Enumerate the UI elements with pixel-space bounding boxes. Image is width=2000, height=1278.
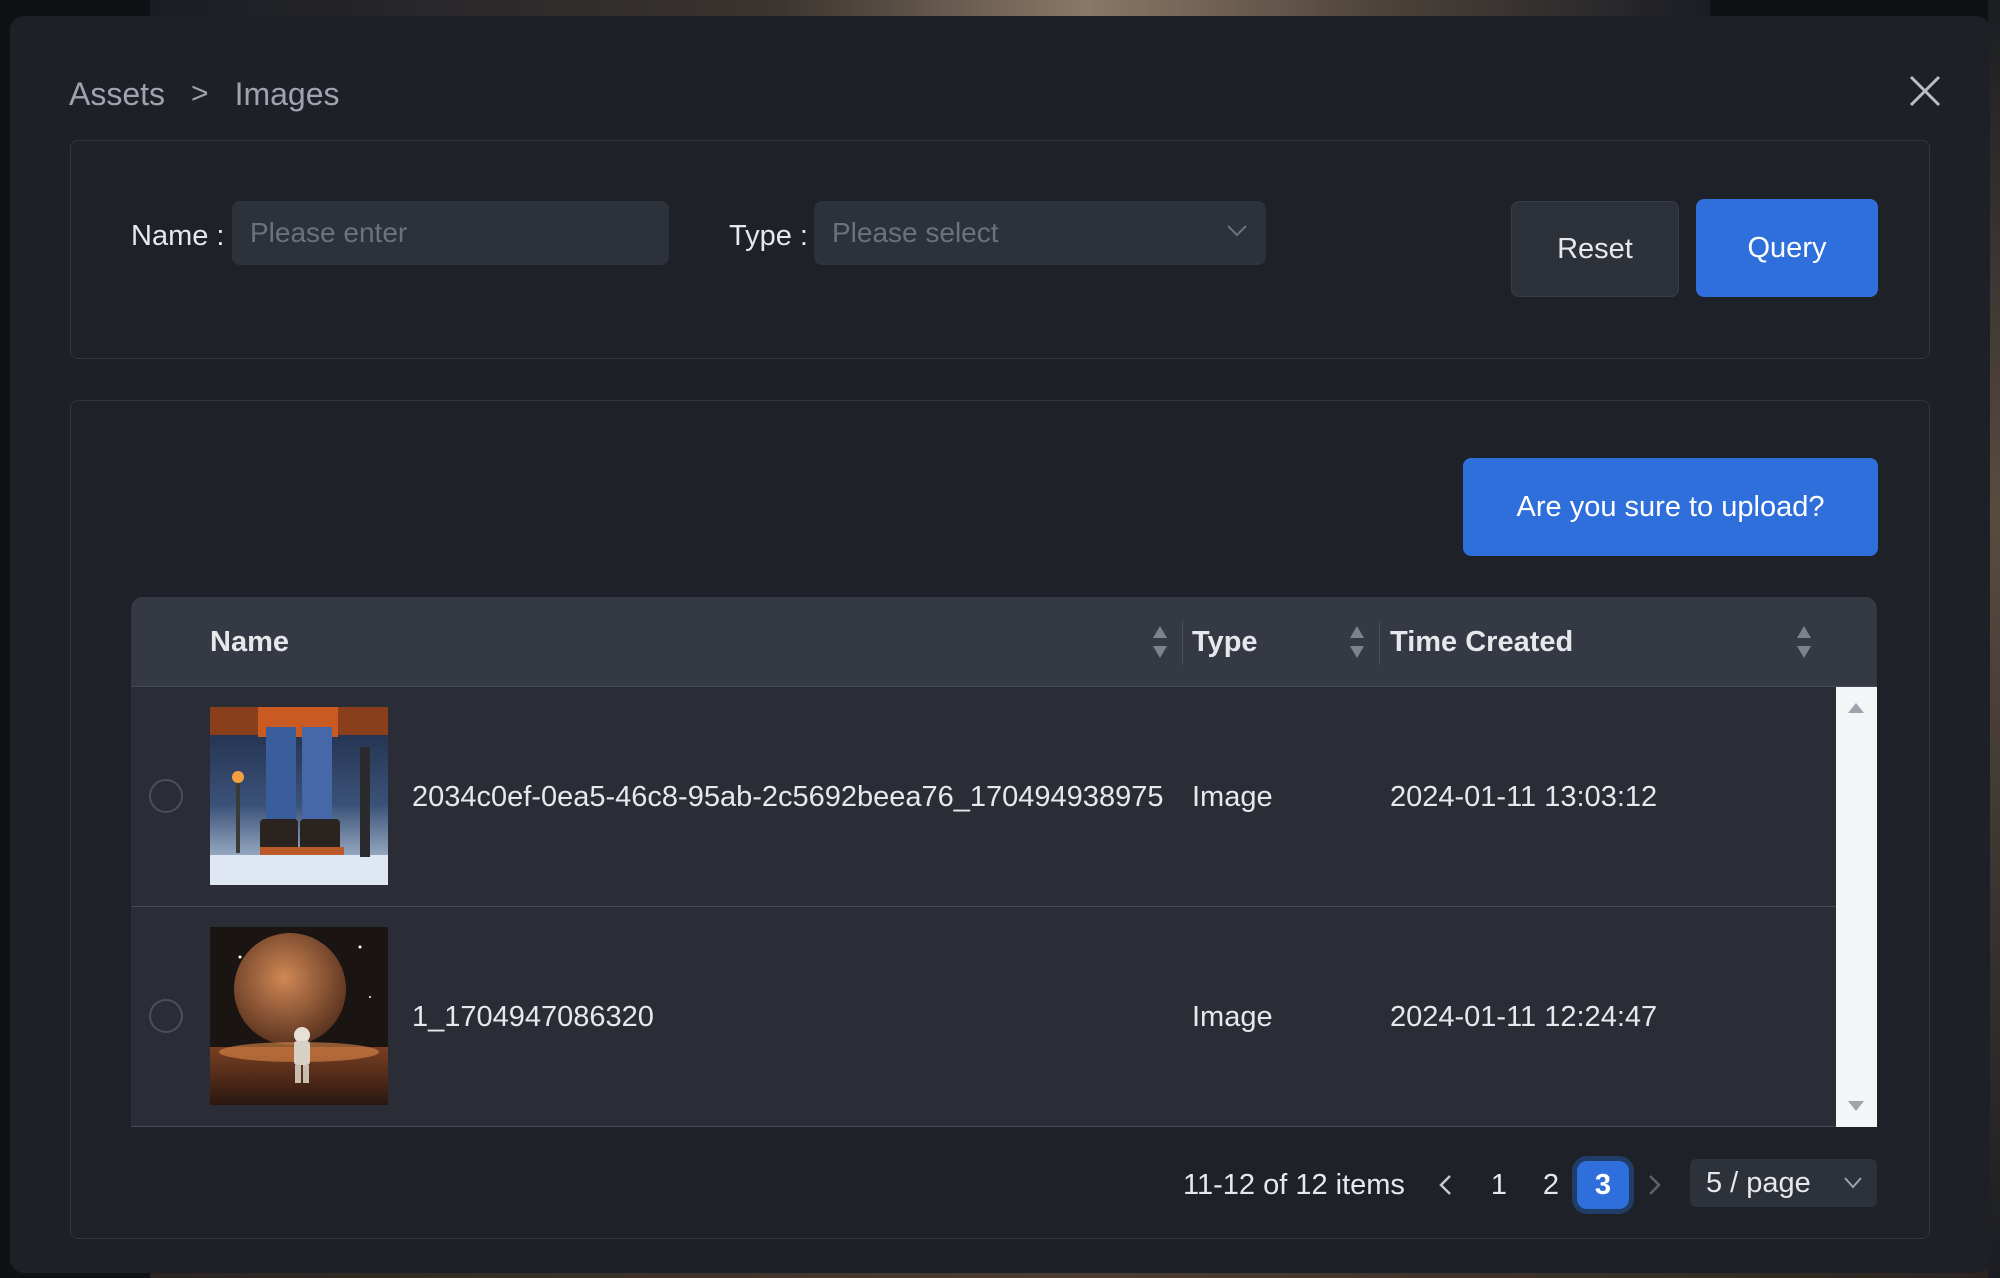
column-divider: [1182, 621, 1183, 665]
page-button-2[interactable]: 2: [1525, 1161, 1577, 1209]
row-select-radio[interactable]: [149, 999, 183, 1033]
close-button[interactable]: [1900, 66, 1950, 116]
row-time-created: 2024-01-11 12:24:47: [1390, 1000, 1658, 1033]
table-header: Name Type Time Created: [131, 597, 1877, 687]
row-name[interactable]: 2034c0ef-0ea5-46c8-95ab-2c5692beea76_170…: [412, 687, 1163, 907]
images-modal: Assets > Images Name : Type : Please sel…: [10, 16, 1990, 1273]
column-header-time-created[interactable]: Time Created: [1390, 597, 1573, 687]
chevron-down-icon: [1844, 1177, 1862, 1189]
chevron-left-icon: [1439, 1175, 1451, 1195]
row-time-created: 2024-01-11 13:03:12: [1390, 780, 1658, 813]
row-name[interactable]: 1_1704947086320: [412, 907, 654, 1127]
type-filter-placeholder: Please select: [832, 217, 999, 248]
column-header-name[interactable]: Name: [210, 597, 289, 687]
winter-boots-image[interactable]: [210, 707, 388, 885]
page-button-3[interactable]: 3: [1577, 1161, 1629, 1209]
table-row: 2034c0ef-0ea5-46c8-95ab-2c5692beea76_170…: [131, 687, 1836, 907]
scroll-down-arrow-icon[interactable]: [1848, 1101, 1864, 1111]
pagination: 11-12 of 12 items 1 2 3 5 / page: [71, 1155, 1931, 1215]
pagination-total: 11-12 of 12 items: [1183, 1168, 1405, 1201]
type-filter-label: Type :: [729, 220, 808, 252]
results-panel: Are you sure to upload? Name Type Time C…: [70, 400, 1930, 1239]
breadcrumb-item-assets[interactable]: Assets: [69, 76, 165, 113]
name-filter-input[interactable]: [232, 201, 669, 265]
sort-icon[interactable]: [1349, 623, 1365, 661]
next-page-button[interactable]: [1639, 1155, 1669, 1215]
assets-table: Name Type Time Created 2034c0ef-0ea5-46c…: [131, 597, 1877, 1127]
page-size-value: 5 / page: [1706, 1166, 1811, 1199]
column-header-type[interactable]: Type: [1192, 597, 1258, 687]
table-scrollbar[interactable]: [1836, 687, 1877, 1127]
breadcrumb: Assets > Images: [69, 74, 340, 114]
row-type: Image: [1192, 1000, 1273, 1033]
table-row: 1_1704947086320 Image 2024-01-11 12:24:4…: [131, 907, 1836, 1127]
row-type: Image: [1192, 780, 1273, 813]
chevron-down-icon: [1227, 225, 1247, 237]
chevron-right-icon: >: [191, 77, 209, 110]
name-filter-label: Name :: [131, 220, 225, 252]
upload-button[interactable]: Are you sure to upload?: [1463, 458, 1878, 556]
column-divider: [1379, 621, 1380, 665]
prev-page-button[interactable]: [1431, 1155, 1461, 1215]
type-filter-select[interactable]: Please select: [814, 201, 1266, 265]
scroll-up-arrow-icon[interactable]: [1848, 703, 1864, 713]
close-icon: [1909, 75, 1941, 107]
astronaut-planet-image[interactable]: [210, 927, 388, 1105]
filter-panel: Name : Type : Please select Reset Query: [70, 140, 1930, 359]
sort-icon[interactable]: [1796, 623, 1812, 661]
breadcrumb-item-images: Images: [234, 75, 340, 112]
reset-button[interactable]: Reset: [1511, 201, 1679, 297]
page-button-1[interactable]: 1: [1473, 1161, 1525, 1209]
page-size-select[interactable]: 5 / page: [1690, 1159, 1877, 1207]
chevron-right-icon: [1649, 1175, 1661, 1195]
row-select-radio[interactable]: [149, 779, 183, 813]
query-button[interactable]: Query: [1696, 199, 1878, 297]
background-image-strip: [150, 0, 1710, 16]
sort-icon[interactable]: [1152, 623, 1168, 661]
table-body: 2034c0ef-0ea5-46c8-95ab-2c5692beea76_170…: [131, 687, 1836, 1127]
